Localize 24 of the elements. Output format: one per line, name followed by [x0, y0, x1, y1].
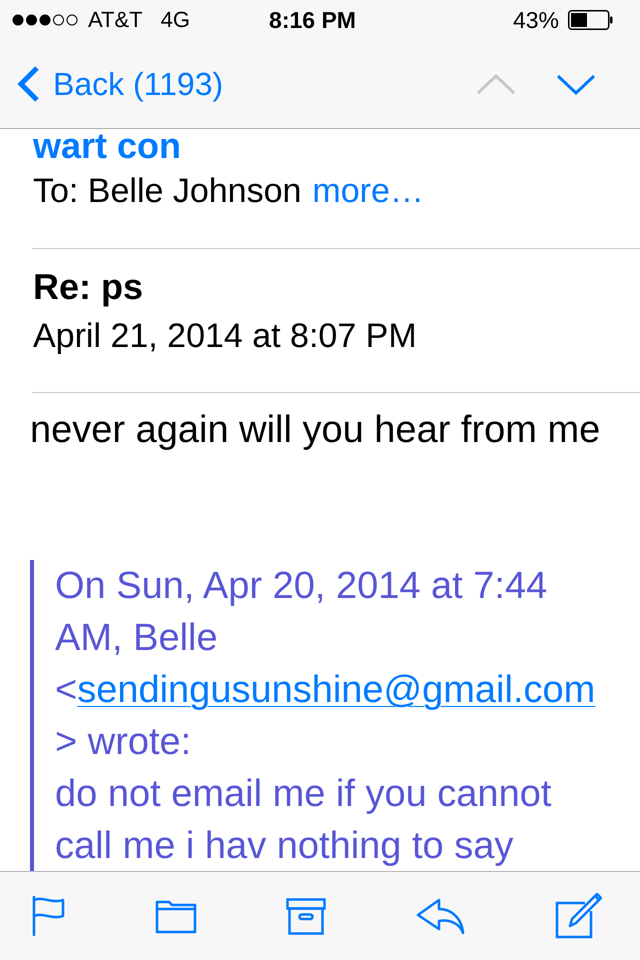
message-date: April 21, 2014 at 8:07 PM	[33, 316, 417, 356]
folder-icon	[154, 898, 196, 934]
chevron-down-icon	[556, 74, 596, 94]
email-link[interactable]: sendingusunshine@gmail.com	[77, 669, 596, 711]
quoted-text: do not email me if you cannot call me i hav nothing to say	[55, 772, 552, 869]
message-subject: Re: ps	[33, 267, 144, 307]
back-button[interactable]: Back (1193)	[14, 62, 226, 106]
more-link[interactable]: more…	[312, 171, 424, 211]
reply-icon	[416, 898, 466, 934]
carrier-name: AT&T	[88, 7, 143, 33]
battery-percentage: 43%	[512, 7, 559, 33]
archive-box-icon	[286, 898, 326, 934]
recipient-line: To: Belle Johnson	[33, 171, 302, 211]
quote-attribution: On Sun, Apr 20, 2014 at 7:44 AM, Belle <sendingusunshine@gmail.com > wrote:	[55, 564, 596, 765]
flag-icon	[32, 896, 65, 936]
chevron-left-icon	[16, 65, 40, 103]
compose-icon	[555, 893, 602, 939]
sender-name[interactable]: wart con	[33, 129, 640, 163]
chevron-up-icon	[476, 74, 516, 94]
network-type: 4G	[160, 7, 190, 33]
status-time: 8:16 PM	[269, 7, 356, 33]
signal-icon	[12, 14, 78, 26]
battery-icon	[568, 10, 613, 30]
message-body: never again will you hear from me	[30, 408, 602, 452]
